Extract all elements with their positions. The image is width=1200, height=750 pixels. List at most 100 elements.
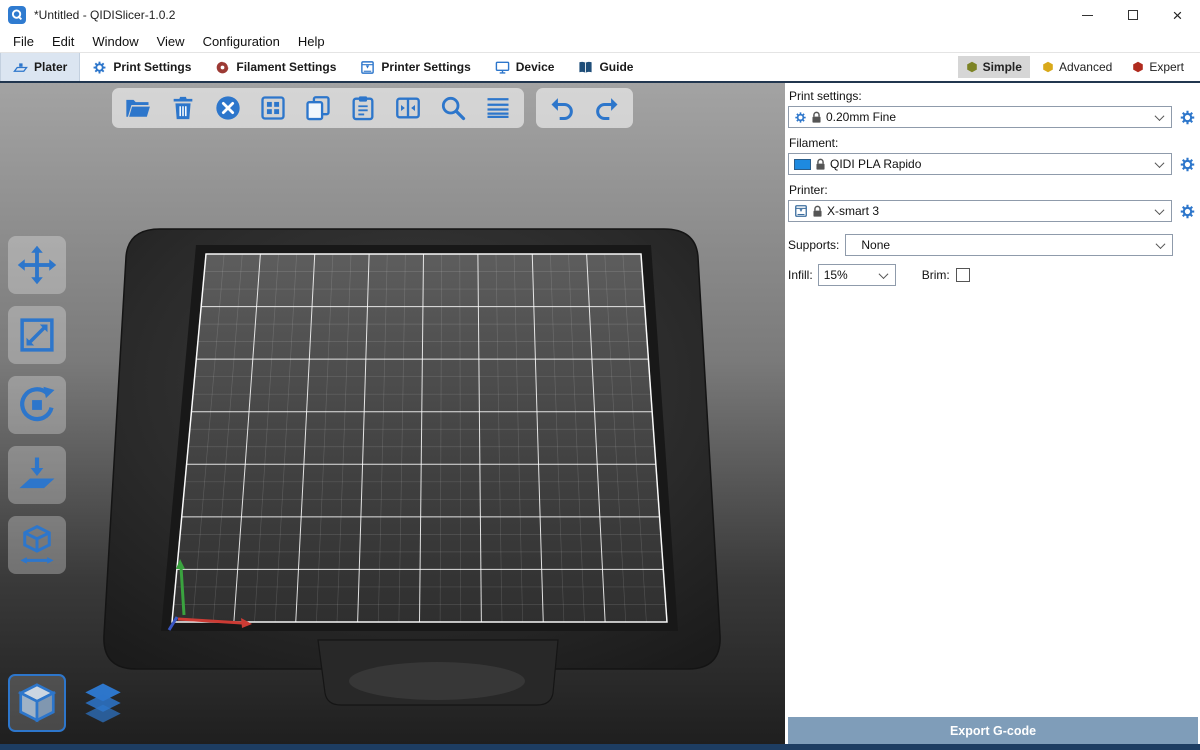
menu-view[interactable]: View	[148, 34, 194, 49]
scale-icon	[16, 314, 58, 356]
delete-button[interactable]	[167, 92, 199, 124]
printer-combo[interactable]: X-smart 3	[788, 200, 1172, 222]
brim-checkbox[interactable]	[956, 268, 970, 282]
chevron-down-icon	[878, 269, 888, 279]
export-gcode-button[interactable]: Export G-code	[788, 717, 1198, 744]
copy-icon	[304, 94, 332, 122]
move-button[interactable]	[8, 236, 66, 294]
menu-file[interactable]: File	[4, 34, 43, 49]
print-settings-label: Print settings:	[789, 89, 1198, 103]
printer-icon	[360, 60, 375, 75]
gear-icon	[1179, 109, 1196, 126]
place-on-face-icon	[16, 454, 58, 496]
chevron-down-icon	[1155, 111, 1165, 121]
place-on-face-button[interactable]	[8, 446, 66, 504]
infill-brim-row: Infill: 15% Brim:	[788, 264, 1198, 286]
infill-label: Infill:	[788, 268, 813, 282]
copy-button[interactable]	[302, 92, 334, 124]
advanced-mode-dot-icon	[1042, 61, 1054, 73]
tab-guide[interactable]: Guide	[566, 53, 645, 81]
toolbar-main-group	[112, 88, 524, 128]
side-toolbar	[8, 236, 66, 574]
device-monitor-icon	[495, 60, 510, 75]
split-button[interactable]	[392, 92, 424, 124]
maximize-button[interactable]	[1110, 0, 1155, 30]
printer-value: X-smart 3	[827, 204, 879, 218]
menu-edit[interactable]: Edit	[43, 34, 83, 49]
infill-combo[interactable]: 15%	[818, 264, 896, 286]
view-mode-switcher	[8, 674, 126, 732]
export-gcode-label: Export G-code	[950, 724, 1036, 738]
layer-height-icon	[484, 94, 512, 122]
minimize-button[interactable]	[1065, 0, 1110, 30]
menu-window[interactable]: Window	[83, 34, 147, 49]
mode-expert[interactable]: Expert	[1124, 56, 1192, 78]
measure-icon	[16, 524, 58, 566]
window-controls: ×	[1065, 0, 1200, 30]
printer-gear-button[interactable]	[1176, 200, 1198, 222]
view-3d-button[interactable]	[8, 674, 66, 732]
mode-advanced[interactable]: Advanced	[1034, 56, 1120, 78]
menu-help[interactable]: Help	[289, 34, 334, 49]
printer-icon	[794, 204, 808, 218]
print-settings-row: 0.20mm Fine	[788, 106, 1198, 128]
tab-bar: Plater Print Settings Filament Settings …	[0, 52, 1200, 83]
undo-button[interactable]	[546, 92, 578, 124]
delete-all-icon	[214, 94, 242, 122]
filament-color-swatch	[794, 159, 811, 170]
3d-view-cube-icon	[14, 680, 60, 726]
mode-label: Simple	[983, 60, 1022, 74]
viewport-toolbar	[112, 88, 633, 128]
tab-device[interactable]: Device	[483, 53, 567, 81]
filament-gear-button[interactable]	[1176, 153, 1198, 175]
paste-button[interactable]	[347, 92, 379, 124]
window-title: *Untitled - QIDISlicer-1.0.2	[34, 8, 175, 22]
print-settings-gear-button[interactable]	[1176, 106, 1198, 128]
filament-combo[interactable]: QIDI PLA Rapido	[788, 153, 1172, 175]
arrange-icon	[259, 94, 287, 122]
delete-icon	[169, 94, 197, 122]
mode-selector: Simple Advanced Expert	[958, 53, 1200, 81]
filament-spool-icon	[215, 60, 230, 75]
print-settings-combo[interactable]: 0.20mm Fine	[788, 106, 1172, 128]
maximize-icon	[1128, 10, 1138, 20]
search-icon	[439, 94, 467, 122]
mode-label: Expert	[1149, 60, 1184, 74]
paste-icon	[349, 94, 377, 122]
mode-simple[interactable]: Simple	[958, 56, 1030, 78]
close-button[interactable]: ×	[1155, 0, 1200, 30]
view-layers-button[interactable]	[80, 680, 126, 726]
tab-print-settings[interactable]: Print Settings	[80, 53, 203, 81]
qidi-logo-icon	[10, 8, 24, 22]
supports-combo[interactable]: None	[845, 234, 1173, 256]
tab-label: Print Settings	[113, 60, 191, 74]
tab-filament-settings[interactable]: Filament Settings	[203, 53, 348, 81]
tab-label: Filament Settings	[236, 60, 336, 74]
filament-row: QIDI PLA Rapido	[788, 153, 1198, 175]
minimize-icon	[1082, 15, 1093, 16]
tab-plater[interactable]: Plater	[0, 53, 80, 81]
gear-icon	[1179, 156, 1196, 173]
open-button[interactable]	[122, 92, 154, 124]
rotate-icon	[16, 384, 58, 426]
gear-icon	[794, 111, 807, 124]
menu-bar: File Edit Window View Configuration Help	[0, 30, 1200, 52]
toolbar-undo-group	[536, 88, 633, 128]
viewport-3d[interactable]	[0, 83, 785, 744]
menu-configuration[interactable]: Configuration	[194, 34, 289, 49]
infill-value: 15%	[824, 268, 848, 282]
tab-printer-settings[interactable]: Printer Settings	[348, 53, 482, 81]
redo-button[interactable]	[591, 92, 623, 124]
search-button[interactable]	[437, 92, 469, 124]
arrange-button[interactable]	[257, 92, 289, 124]
brim-label: Brim:	[922, 268, 950, 282]
delete-all-button[interactable]	[212, 92, 244, 124]
scale-button[interactable]	[8, 306, 66, 364]
measure-button[interactable]	[8, 516, 66, 574]
layers-view-icon	[80, 680, 126, 726]
mode-label: Advanced	[1059, 60, 1112, 74]
print-settings-value: 0.20mm Fine	[826, 110, 896, 124]
rotate-button[interactable]	[8, 376, 66, 434]
layer-height-button[interactable]	[482, 92, 514, 124]
lock-icon	[812, 205, 823, 218]
